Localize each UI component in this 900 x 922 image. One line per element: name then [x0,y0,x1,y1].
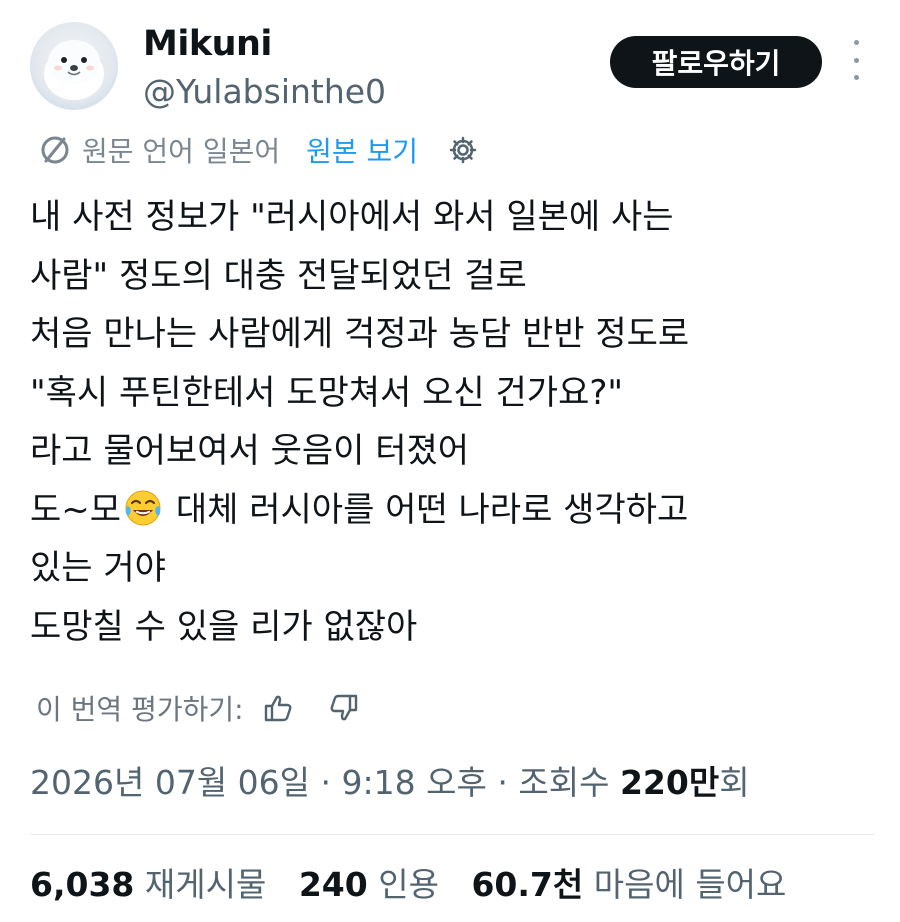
follow-button[interactable]: 팔로우하기 [610,36,822,88]
translation-bar: 원문 언어 일본어 원본 보기 [38,128,478,172]
more-options-button[interactable] [842,40,870,80]
meta-separator: · [497,763,508,802]
meta-separator: · [320,763,332,802]
tweet-text-segment: 도~모 [30,489,122,530]
more-dot-icon [853,57,859,63]
views-count: 220만 [619,763,720,802]
seal-avatar-icon [44,40,104,100]
tweet-meta: 2026년 07월 06일 · 9:18 오후 · 조회수 220만회 [30,756,750,804]
translate-icon [41,136,69,164]
display-name[interactable]: Mikuni [143,24,272,64]
tweet-text-segment: 대체 러시아를 어떤 나라로 생각하고 [165,489,689,530]
quotes-label[interactable]: 인용 [378,865,439,904]
views-prefix: 조회수 [518,763,610,802]
show-original-link[interactable]: 원본 보기 [306,130,418,170]
source-language-label: 원문 언어 일본어 [82,135,281,168]
more-dot-icon [853,75,859,80]
post-date[interactable]: 2026년 07월 06일 [30,763,310,802]
retweets-label[interactable]: 재게시물 [145,865,266,904]
tweet-header: Mikuni @Yulabsinthe0 팔로우하기 [30,22,880,122]
tweet-line: 처음 만나는 사람에게 걱정과 농담 반반 정도로 [30,314,690,354]
tears-of-joy-emoji-icon [125,490,161,525]
engagement-stats: 6,038 재게시물 240 인용 60.7천 마음에 들어요 [30,858,808,906]
gear-icon[interactable] [448,135,478,165]
avatar[interactable] [30,22,118,110]
tweet-line: 도망칠 수 있을 리가 없잖아 [30,606,418,647]
divider [30,834,875,835]
rate-translation-label: 이 번역 평가하기: [36,693,244,726]
tweet-body: 내 사전 정보가 "러시아에서 와서 일본에 사는 사람" 정도의 대충 전달되… [30,188,880,656]
post-time[interactable]: 9:18 오후 [342,763,487,802]
rate-translation: 이 번역 평가하기: [36,684,394,732]
tweet-line: 사람" 정도의 대충 전달되었던 걸로 [30,255,527,296]
tweet-line: 있는 거야 [30,548,166,588]
thumbs-up-icon[interactable] [262,692,294,724]
tweet-line: 라고 물어보여서 웃음이 터졌어 [30,431,470,471]
tweet-line-with-emoji: 도~모 대체 러시아를 어떤 나라로 생각하고 [30,481,880,540]
likes-label[interactable]: 마음에 들어요 [594,865,787,904]
likes-count[interactable]: 60.7천 [471,865,583,904]
thumbs-down-icon[interactable] [328,692,360,724]
user-handle[interactable]: @Yulabsinthe0 [143,72,386,111]
more-dot-icon [853,40,859,45]
retweets-count[interactable]: 6,038 [30,865,134,904]
quotes-count[interactable]: 240 [299,865,368,904]
tweet-line: "혹시 푸틴한테서 도망쳐서 오신 건가요?" [30,372,624,413]
tweet-line: 내 사전 정보가 "러시아에서 와서 일본에 사는 [30,197,674,237]
views-suffix: 회 [719,763,750,802]
